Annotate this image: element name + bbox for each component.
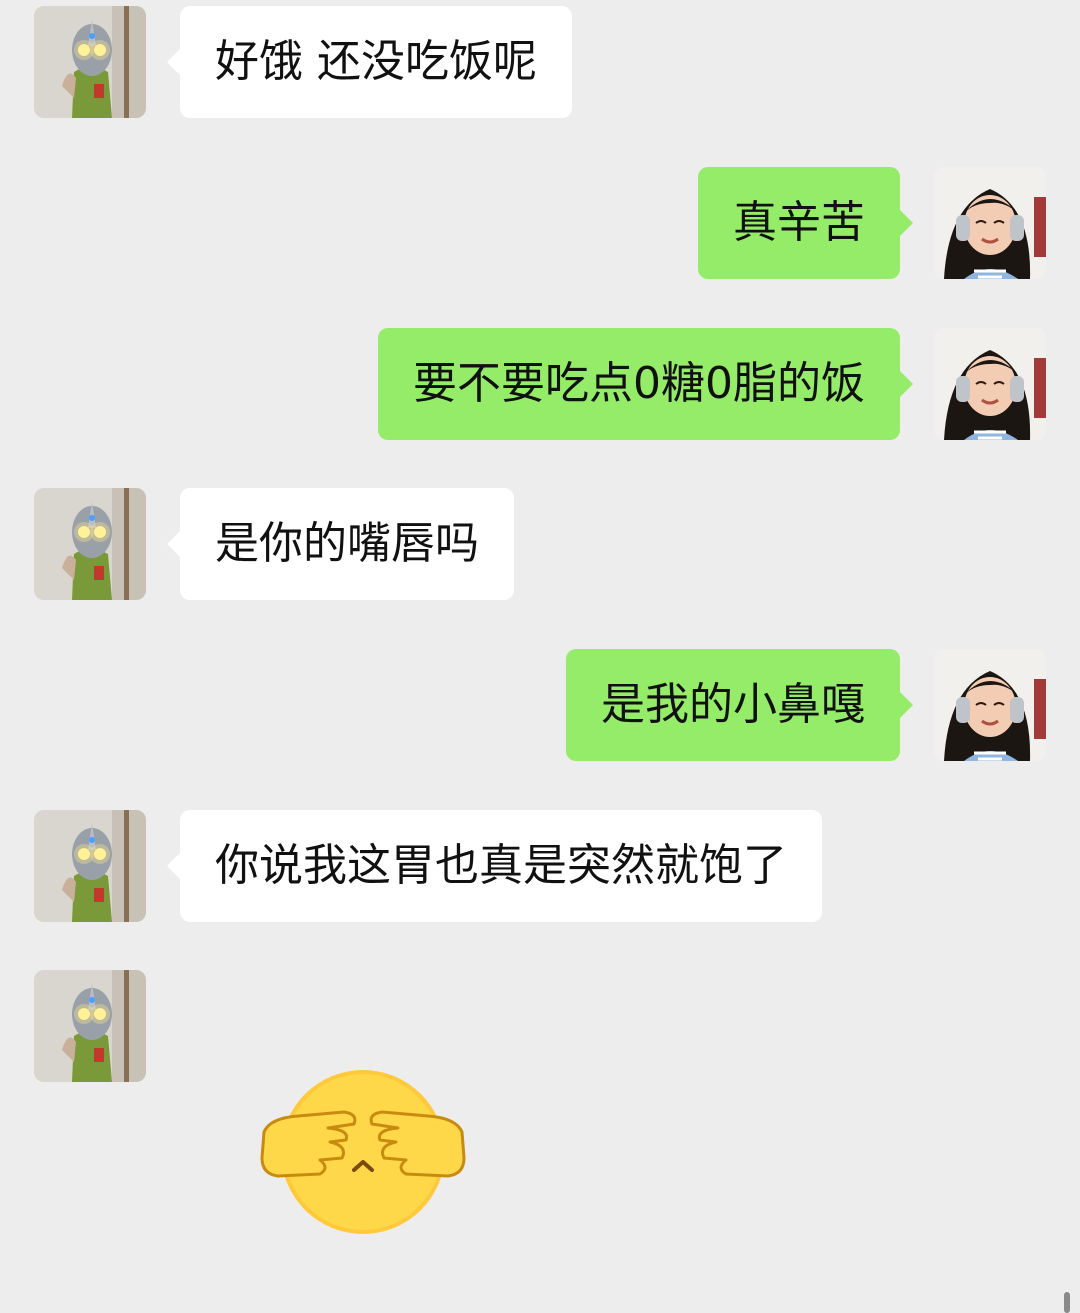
message-text: 你说我这胃也真是突然就饱了 <box>215 840 787 891</box>
message-text: 好饿 还没吃饭呢 <box>215 36 537 87</box>
my-avatar[interactable] <box>934 328 1046 440</box>
ultraman-avatar-icon <box>34 6 146 118</box>
girl-headphones-avatar-icon <box>934 328 1046 440</box>
girl-headphones-avatar-icon <box>934 167 1046 279</box>
message-text: 真辛苦 <box>733 197 865 248</box>
message-bubble-outgoing[interactable]: 真辛苦 <box>698 167 913 279</box>
contact-avatar[interactable] <box>34 488 146 600</box>
ultraman-avatar-icon <box>34 810 146 922</box>
girl-headphones-avatar-icon <box>934 649 1046 761</box>
contact-avatar[interactable] <box>34 6 146 118</box>
my-avatar[interactable] <box>934 649 1046 761</box>
ultraman-avatar-icon <box>34 970 146 1082</box>
message-bubble-incoming[interactable]: 你说我这胃也真是突然就饱了 <box>167 810 822 922</box>
sticker-message[interactable] <box>258 1066 468 1236</box>
contact-avatar[interactable] <box>34 810 146 922</box>
my-avatar[interactable] <box>934 167 1046 279</box>
message-bubble-incoming[interactable]: 好饿 还没吃饭呢 <box>167 6 572 118</box>
message-bubble-outgoing[interactable]: 是我的小鼻嘎 <box>566 649 913 761</box>
ultraman-avatar-icon <box>34 488 146 600</box>
message-text: 要不要吃点0糖0脂的饭 <box>413 358 865 409</box>
message-text: 是你的嘴唇吗 <box>215 518 479 569</box>
scrollbar[interactable] <box>1064 1292 1070 1313</box>
covering-eyes-emoji-icon <box>260 1070 466 1234</box>
contact-avatar[interactable] <box>34 970 146 1082</box>
message-bubble-outgoing[interactable]: 要不要吃点0糖0脂的饭 <box>378 328 913 440</box>
message-text: 是我的小鼻嘎 <box>601 679 865 730</box>
message-bubble-incoming[interactable]: 是你的嘴唇吗 <box>167 488 514 600</box>
